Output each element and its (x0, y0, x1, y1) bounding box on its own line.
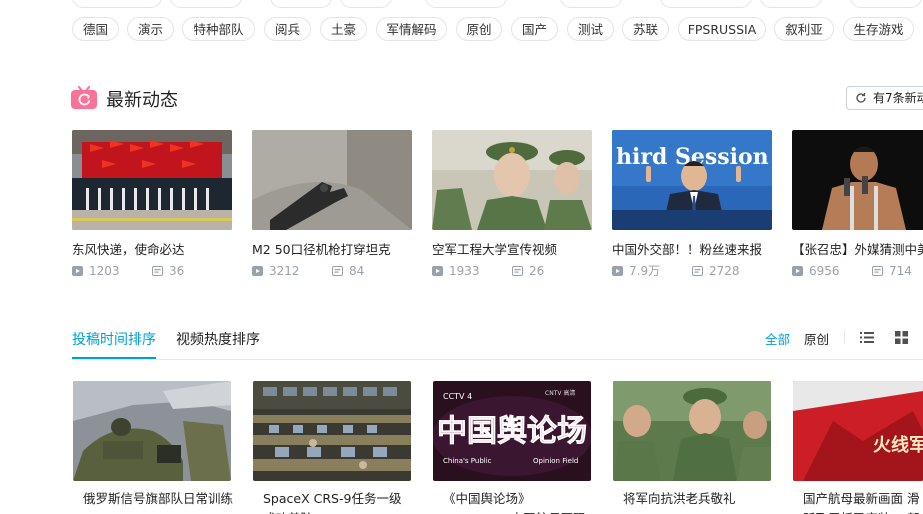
video-thumbnail[interactable]: CCTV 4 CNTV 高清 中国舆论场 China's Public Opin… (433, 381, 591, 481)
thumb-channel-sublogo: CNTV 高清 (545, 389, 575, 397)
tv-icon (71, 86, 97, 109)
grid-view-icon[interactable] (895, 331, 908, 344)
tag-parade[interactable]: 阅兵 (264, 17, 311, 41)
thumb-program-title: 中国舆论场 (437, 414, 587, 449)
play-count: 1203 (89, 264, 120, 278)
list-view-icon[interactable] (860, 331, 874, 344)
danmaku-icon (692, 266, 703, 276)
tag-survival-game[interactable]: 生存游戏 (843, 17, 914, 41)
video-thumbnail[interactable] (73, 381, 231, 481)
danmaku-count: 36 (169, 264, 185, 278)
tag-germany[interactable]: 德国 (72, 17, 119, 41)
new-updates-label: 有7条新动态 (873, 91, 923, 105)
danmaku-icon (332, 266, 343, 276)
tag-cut[interactable] (760, 0, 822, 8)
video-thumbnail[interactable]: hird Session of (612, 130, 772, 230)
tag-demo[interactable]: 演示 (127, 17, 174, 41)
tag-fpsrussia[interactable]: FPSRUSSIA (678, 17, 766, 41)
refresh-icon (856, 93, 866, 103)
tag-military-decode[interactable]: 军情解码 (376, 17, 447, 41)
video-thumbnail[interactable] (613, 381, 771, 481)
thumb-caption-right: Opinion Field (533, 457, 578, 465)
filter-original[interactable]: 原创 (804, 329, 829, 348)
video-thumbnail[interactable] (432, 130, 592, 230)
thumb-caption-left: China's Public (443, 457, 492, 465)
danmaku-count: 2728 (709, 264, 740, 278)
tag-cut[interactable] (425, 0, 507, 8)
video-thumbnail[interactable]: 火线军 (793, 381, 923, 481)
danmaku-count: 26 (529, 264, 545, 278)
tag-domestic[interactable]: 国产 (511, 17, 558, 41)
video-thumbnail[interactable] (792, 130, 923, 230)
tag-cut[interactable] (340, 0, 392, 8)
tag-special-forces[interactable]: 特种部队 (182, 17, 255, 41)
danmaku-count: 714 (889, 264, 912, 278)
video-title[interactable]: 《中国舆论场》 20160717 中国航母再现造成161人 (443, 489, 593, 514)
tag-original[interactable]: 原创 (456, 17, 502, 41)
tab-sort-by-time[interactable]: 投稿时间排序 (72, 329, 156, 349)
filter-separator (844, 330, 845, 344)
video-title[interactable]: 【张召忠】外媒猜测中美 (792, 239, 923, 258)
tag-cut[interactable] (560, 0, 622, 8)
tag-ussr[interactable]: 苏联 (622, 17, 669, 41)
thumb-banner-text: 火线军 (873, 434, 923, 456)
video-title[interactable]: 俄罗斯信号旗部队日常训练 (83, 489, 233, 514)
danmaku-count: 84 (349, 264, 365, 278)
video-thumbnail[interactable] (72, 130, 232, 230)
video-thumbnail[interactable] (252, 130, 412, 230)
tag-syria[interactable]: 叙利亚 (774, 17, 834, 41)
tag-test[interactable]: 测试 (567, 17, 614, 41)
video-title[interactable]: 国产航母最新画面 滑跃飞甲板已安装 一部分 (803, 489, 923, 514)
tab-sort-by-popularity[interactable]: 视频热度排序 (176, 329, 260, 349)
danmaku-icon (512, 266, 523, 276)
tag-cut[interactable] (170, 0, 242, 8)
section-title: 最新动态 (106, 90, 178, 111)
tag-cut[interactable] (660, 0, 752, 8)
tag-tuhao[interactable]: 土豪 (320, 17, 367, 41)
video-title[interactable]: SpaceX CRS-9任务一级成功着陆 (263, 489, 413, 514)
play-count-icon (612, 266, 623, 276)
play-count-icon (432, 266, 443, 276)
play-count: 1933 (449, 264, 480, 278)
play-count: 3212 (269, 264, 300, 278)
play-count-icon (792, 266, 803, 276)
video-title[interactable]: M2 50口径机枪打穿坦克 (252, 239, 412, 258)
video-title[interactable]: 空军工程大学宣传视频 (432, 239, 592, 258)
play-count-icon (72, 266, 83, 276)
new-updates-button[interactable]: 有7条新动态 (846, 86, 923, 110)
video-title[interactable]: 东风快递，使命必达 (72, 239, 232, 258)
play-count-icon (252, 266, 263, 276)
play-count: 7.9万 (629, 264, 661, 278)
divider (72, 359, 923, 360)
play-count: 6956 (809, 264, 840, 278)
tag-cut[interactable] (72, 0, 162, 8)
video-thumbnail[interactable] (253, 381, 411, 481)
tag-cut[interactable] (850, 0, 922, 8)
thumb-channel-logo: CCTV 4 (443, 392, 472, 401)
tag-cut[interactable] (270, 0, 332, 8)
video-title[interactable]: 将军向抗洪老兵敬礼 (623, 489, 773, 514)
video-title[interactable]: 中国外交部！！粉丝速来报 (612, 239, 772, 258)
filter-all[interactable]: 全部 (765, 329, 790, 348)
danmaku-icon (152, 266, 163, 276)
danmaku-icon (872, 266, 883, 276)
